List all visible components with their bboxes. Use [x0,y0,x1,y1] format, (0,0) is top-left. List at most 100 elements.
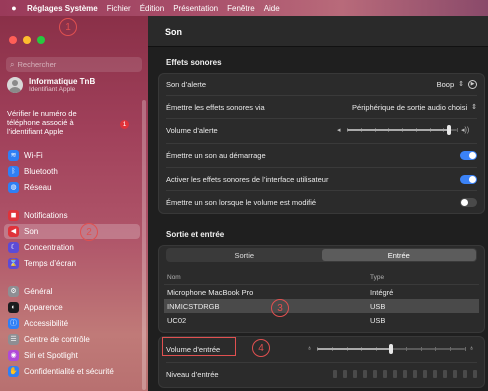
level-meter-segment [353,370,357,378]
menu-help[interactable]: Aide [264,4,280,13]
input-level-label: Niveau d’entrée [166,369,219,379]
play-icon[interactable]: ▶ [468,79,477,89]
sidebar-item-son[interactable]: ◀ Son [4,224,140,239]
bell-icon: ◼ [8,210,19,221]
menu-window[interactable]: Fenêtre [227,4,255,13]
page-title: Son [165,27,182,37]
accessibility-icon: ⓘ [8,318,19,329]
device-type: USB [370,315,386,325]
menu-file[interactable]: Fichier [107,4,131,13]
ui-effects-toggle[interactable] [460,174,477,184]
apple-menu-icon[interactable]: ● [10,3,18,13]
sidebar-item-label: Siri et Spotlight [24,351,78,360]
chevron-updown-icon[interactable]: ⇕ [458,80,464,88]
sidebar-item-apparence[interactable]: ◐ Apparence [4,300,140,315]
wifi-icon: ≋ [8,150,19,161]
sidebar-item-réseau[interactable]: ◍ Réseau [4,180,140,195]
search-placeholder: Rechercher [17,60,57,69]
sidebar: ⌕ Rechercher Informatique TnB Identifian… [0,16,148,391]
device-table: Nom Type Microphone MacBook Pro Intégré … [164,271,479,327]
table-row[interactable]: UC02 USB [164,313,479,327]
level-meter-segment [453,370,457,378]
level-meter-segment [443,370,447,378]
apple-id-account[interactable]: Informatique TnB Identifiant Apple [7,77,95,93]
menu-view[interactable]: Présentation [173,4,218,13]
hand-icon: ✋ [8,366,19,377]
sidebar-item-wi-fi[interactable]: ≋ Wi-Fi [4,148,140,163]
close-button[interactable] [9,36,17,44]
sidebar-item-général[interactable]: ⚙ Général [4,284,140,299]
menu-app-name[interactable]: Réglages Système [27,4,98,13]
alert-volume-knob[interactable] [447,125,452,135]
sidebar-item-temps-d-écran[interactable]: ⌛ Temps d’écran [4,256,140,271]
sidebar-item-accessibilité[interactable]: ⓘ Accessibilité [4,316,140,331]
tab-output[interactable]: Sortie [167,249,322,261]
sidebar-item-concentration[interactable]: ☾ Concentration [4,240,140,255]
annotation-marker-4: 4 [252,339,270,357]
account-name: Informatique TnB [29,77,96,86]
sidebar-item-label: Apparence [24,303,63,312]
zoom-button[interactable] [37,36,45,44]
play-effects-label: Émettre les effets sonores via [166,102,265,112]
sidebar-item-label: Temps d’écran [24,259,77,268]
window-controls [9,36,45,44]
level-meter-segment [393,370,397,378]
alert-volume-slider[interactable] [347,125,458,135]
alert-sound-label: Son d’alerte [166,79,207,89]
io-segmented-control: Sortie Entrée [166,248,477,262]
input-volume-knob[interactable] [389,344,393,354]
startup-sound-toggle[interactable] [460,150,477,160]
table-row[interactable]: Microphone MacBook Pro Intégré [164,285,479,299]
notification-badge: 1 [120,120,129,129]
speaker-icon: ◀ [8,226,19,237]
sidebar-item-bluetooth[interactable]: ᛒ Bluetooth [4,164,140,179]
volume-feedback-label: Émettre un son lorsque le volume est mod… [166,197,317,207]
sidebar-scrollbar[interactable] [142,100,146,390]
level-meter-segment [343,370,347,378]
sidebar-item-label: Confidentialité et sécurité [24,367,114,376]
input-level-meter [333,370,477,378]
slider-tick [450,347,452,351]
ui-effects-label: Activer les effets sonores de l’interfac… [166,174,329,184]
col-name-header[interactable]: Nom [164,274,370,281]
minimize-button[interactable] [23,36,31,44]
chevron-updown-icon[interactable]: ⇕ [471,103,477,111]
sidebar-item-label: Notifications [24,211,68,220]
level-meter-segment [423,370,427,378]
input-volume-slider[interactable] [317,344,466,354]
search-input[interactable]: ⌕ Rechercher [6,57,142,72]
sidebar-item-label: Accessibilité [24,319,69,328]
slider-tick [435,347,437,351]
title-bar: Son [148,16,488,47]
alert-volume-row: Volume d’alerte ◂ ◂)) [158,119,485,141]
sidebar-item-notifications[interactable]: ◼ Notifications [4,208,140,223]
verify-phone-notice[interactable]: Vérifier le numéro de téléphone associé … [7,109,107,136]
sidebar-item-label: Général [24,287,53,296]
volume-feedback-row: Émettre un son lorsque le volume est mod… [158,191,485,213]
siri-icon: ◉ [8,350,19,361]
table-row-selected[interactable]: INMICSTDRGB USB [164,299,479,313]
sidebar-item-confidentialité-et-sécurité[interactable]: ✋ Confidentialité et sécurité [4,364,140,379]
col-type-header[interactable]: Type [370,274,479,281]
play-effects-select[interactable]: Périphérique de sortie audio choisi [352,103,467,112]
search-icon: ⌕ [10,59,15,69]
level-meter-segment [433,370,437,378]
sidebar-item-centre-de-contrôle[interactable]: ☰ Centre de contrôle [4,332,140,347]
level-meter-segment [383,370,387,378]
main-pane: Son Effets sonores Son d’alerte Boop ⇕ ▶… [148,16,488,391]
device-type: USB [370,301,386,311]
annotation-box [162,337,236,356]
account-subtitle: Identifiant Apple [29,86,76,93]
level-meter-segment [463,370,467,378]
alert-sound-select[interactable]: Boop [437,80,455,89]
level-meter-segment [473,370,477,378]
moon-icon: ☾ [8,242,19,253]
menu-edit[interactable]: Édition [140,4,164,13]
annotation-marker-1: 1 [59,18,77,36]
tab-input[interactable]: Entrée [321,249,476,261]
appearance-icon: ◐ [8,302,19,313]
volume-feedback-toggle[interactable] [460,197,477,207]
sidebar-item-label: Centre de contrôle [24,335,90,344]
sidebar-item-siri-et-spotlight[interactable]: ◉ Siri et Spotlight [4,348,140,363]
startup-sound-row: Émettre un son au démarrage [158,144,485,166]
